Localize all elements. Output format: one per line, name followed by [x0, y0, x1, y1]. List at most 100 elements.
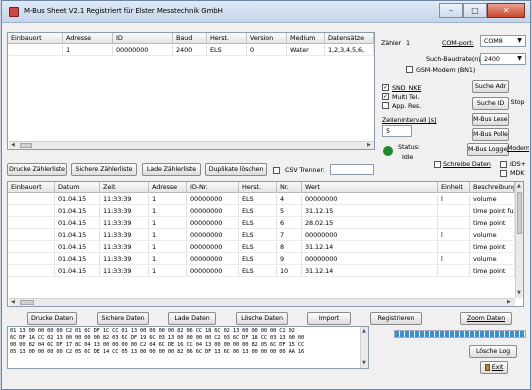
- scroll-thumb[interactable]: [20, 143, 32, 148]
- log-lines: 01 13 00 00 00 00 C2 01 6C DF 1C CC 01 1…: [10, 328, 366, 356]
- app-res-checkbox[interactable]: [382, 102, 389, 109]
- zaehler-label: Zähler: [381, 39, 402, 47]
- suche-adr-button[interactable]: Suche Adr: [472, 80, 509, 93]
- drucke-daten-button[interactable]: Drucke Daten: [27, 312, 77, 325]
- lade-daten-button[interactable]: Lade Daten: [168, 312, 216, 325]
- stop-button[interactable]: Stop: [507, 97, 528, 110]
- cell-beschreibung: time point: [470, 218, 515, 229]
- loesche-daten-button[interactable]: Lösche Daten: [236, 312, 288, 325]
- duplikate-loeschen-button[interactable]: Duplikate löschen: [205, 163, 267, 176]
- gsm-checkbox[interactable]: [406, 66, 413, 73]
- mbus-loggen-button[interactable]: M-Bus Loggen: [467, 143, 509, 156]
- cell-zeit: 11:33:39: [100, 242, 149, 253]
- zeilenintervall-input[interactable]: 5: [382, 125, 412, 137]
- cell-version: 0: [247, 45, 287, 56]
- data-table[interactable]: Einbauort Datum Zeit Adresse ID-Nr. Herst. Nr.…: [7, 181, 524, 307]
- table-row[interactable]: 01.04.15 11:33:39 1 00000000 ELS 7 00000000 l vo…: [8, 230, 515, 241]
- table-row[interactable]: 01.04.15 11:33:39 1 00000000 ELS 6 28.02.15 tim…: [8, 218, 515, 229]
- mbus-lesen-button[interactable]: M-Bus Lesen: [472, 113, 509, 126]
- loesche-log-button[interactable]: Lösche Log: [469, 345, 517, 358]
- cell-baud: 2400: [173, 45, 207, 56]
- mbus-pollen-button[interactable]: M-Bus Pollen: [472, 128, 509, 141]
- table-row[interactable]: 01.04.15 11:33:39 1 00000000 ELS 4 00000000 l vo…: [8, 194, 515, 205]
- scroll-right-icon[interactable]: ▶: [507, 299, 511, 305]
- schreibe-daten-checkbox[interactable]: [434, 161, 441, 168]
- cell-nr: 7: [277, 230, 302, 241]
- log-line: 05 13 00 00 00 00 C2 05 6C DE 14 CC 05 1…: [10, 349, 305, 355]
- maximize-button[interactable]: □: [463, 3, 487, 18]
- data-v-scrollbar[interactable]: ▲ ▼: [515, 182, 523, 298]
- column-header-adresse[interactable]: Adresse: [63, 33, 113, 44]
- column-header-herst[interactable]: Herst.: [207, 33, 247, 44]
- column-header-datum[interactable]: Datum: [55, 182, 100, 193]
- data-h-scrollbar[interactable]: ◀ ▶: [9, 298, 515, 306]
- scroll-down-icon[interactable]: ▼: [517, 290, 521, 296]
- suche-id-button[interactable]: Suche ID: [472, 97, 509, 110]
- registrieren-button[interactable]: Registrieren: [370, 312, 422, 325]
- cell-id: 00000000: [187, 230, 239, 241]
- scroll-thumb[interactable]: [517, 192, 522, 234]
- snd-nke-checkbox[interactable]: ✓: [382, 84, 389, 91]
- log-textarea[interactable]: 01 13 00 00 00 00 C2 01 6C DF 1C CC 01 1…: [7, 326, 369, 369]
- scroll-down-icon[interactable]: ▼: [362, 360, 366, 366]
- scroll-left-icon[interactable]: ◀: [11, 299, 15, 305]
- close-button[interactable]: ✕: [487, 3, 525, 18]
- scroll-right-icon[interactable]: ▶: [367, 142, 371, 148]
- chevron-down-icon[interactable]: ▼: [515, 55, 524, 63]
- column-header-adresse[interactable]: Adresse: [149, 182, 187, 193]
- drucke-zaehlerliste-button[interactable]: Drucke Zählerliste: [7, 163, 67, 176]
- csv-trenner-input[interactable]: [330, 164, 374, 175]
- scroll-up-icon[interactable]: ▲: [517, 183, 521, 189]
- column-header-einbauort[interactable]: Einbauort: [8, 33, 63, 44]
- log-line: 01 13 00 00 00 00 C2 01 6C DF 1C CC 01 1…: [10, 328, 295, 334]
- column-header-herst[interactable]: Herst.: [239, 182, 277, 193]
- column-header-beschreibung[interactable]: Beschreibung: [470, 182, 515, 193]
- table-row[interactable]: 01.04.15 11:33:39 1 00000000 ELS 5 31.12.15 tim…: [8, 206, 515, 217]
- cell-wert: 31.12.14: [302, 242, 438, 253]
- meters-h-scrollbar[interactable]: ◀ ▶: [9, 141, 374, 149]
- baud-select[interactable]: 2400 ▼: [480, 53, 526, 65]
- table-row[interactable]: 01.04.15 11:33:39 1 00000000 ELS 10 31.12.14 ti…: [8, 266, 515, 277]
- meters-table[interactable]: Einbauort Adresse ID Baud Herst. Version Mediu…: [7, 32, 375, 150]
- column-header-zeit[interactable]: Zeit: [100, 182, 149, 193]
- cell-einbauort: [8, 266, 55, 277]
- scroll-up-icon[interactable]: ▲: [362, 328, 366, 334]
- column-header-nr[interactable]: Nr.: [277, 182, 302, 193]
- column-header-id[interactable]: ID-Nr.: [187, 182, 239, 193]
- cell-datum: 01.04.15: [55, 194, 100, 205]
- table-row[interactable]: 1 00000000 2400 ELS 0 Water 1,2,3,4,5,6,: [8, 45, 374, 56]
- cell-beschreibung: time point futu: [470, 206, 515, 217]
- cell-adresse: 1: [149, 254, 187, 265]
- ids-checkbox[interactable]: [500, 161, 507, 168]
- snd-nke-label: SND_NKE: [392, 84, 422, 92]
- import-button[interactable]: Import: [307, 312, 351, 325]
- mdk-checkbox[interactable]: [500, 170, 507, 177]
- com-port-select[interactable]: COM8 ▼: [480, 35, 526, 47]
- sichere-zaehlerliste-button[interactable]: Sichere Zählerliste: [71, 163, 137, 176]
- log-v-scrollbar[interactable]: ▲ ▼: [360, 327, 368, 368]
- column-header-einheit[interactable]: Einheit: [438, 182, 470, 193]
- title-bar[interactable]: M-Bus Sheet V2.1 Registriert für Elster …: [2, 1, 530, 23]
- scroll-thumb[interactable]: [20, 300, 34, 305]
- modem-button[interactable]: Modem: [507, 143, 529, 156]
- chevron-down-icon[interactable]: ▼: [515, 37, 524, 45]
- cell-nr: 10: [277, 266, 302, 277]
- table-row[interactable]: 01.04.15 11:33:39 1 00000000 ELS 8 31.12.14 tim…: [8, 242, 515, 253]
- com-port-value: COM8: [484, 37, 503, 45]
- sichere-daten-button[interactable]: Sichere Daten: [97, 312, 149, 325]
- zoom-daten-button[interactable]: Zoom Daten: [460, 312, 512, 325]
- multi-tel-checkbox[interactable]: ✓: [382, 93, 389, 100]
- minimize-button[interactable]: –: [439, 3, 463, 18]
- lade-zaehlerliste-button[interactable]: Lade Zählerliste: [142, 163, 201, 176]
- column-header-datensaetze[interactable]: Datensätze: [325, 33, 374, 44]
- table-row[interactable]: 01.04.15 11:33:39 1 00000000 ELS 9 00000000 l vo…: [8, 254, 515, 265]
- column-header-wert[interactable]: Wert: [302, 182, 438, 193]
- column-header-id[interactable]: ID: [113, 33, 173, 44]
- column-header-version[interactable]: Version: [247, 33, 287, 44]
- csv-trenner-checkbox[interactable]: [273, 167, 280, 174]
- scroll-left-icon[interactable]: ◀: [11, 142, 15, 148]
- column-header-baud[interactable]: Baud: [173, 33, 207, 44]
- column-header-einbauort[interactable]: Einbauort: [8, 182, 55, 193]
- column-header-medium[interactable]: Medium: [287, 33, 325, 44]
- exit-button[interactable]: Exit: [480, 361, 508, 374]
